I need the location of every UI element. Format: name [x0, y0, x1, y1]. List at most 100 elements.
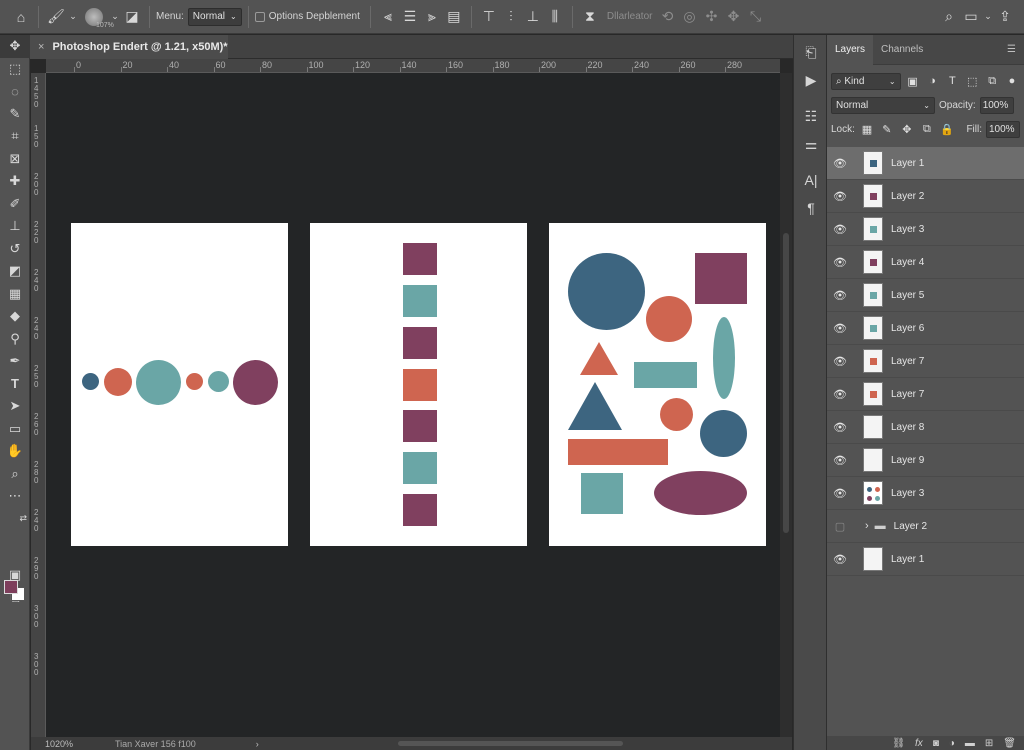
eye-icon[interactable]: 👁 [827, 157, 853, 170]
align-top-icon[interactable]: ⊤ [478, 6, 500, 28]
blur-tool-icon[interactable]: ◆ [0, 305, 30, 328]
blend-mode-select[interactable]: Normal ⌄ [831, 96, 935, 114]
swap-colors-icon[interactable]: ⇄ [0, 508, 30, 531]
eye-icon[interactable]: 👁 [827, 322, 853, 335]
3d-drag-icon[interactable]: ✣ [700, 6, 722, 28]
eye-icon[interactable]: 👁 [827, 355, 853, 368]
layer-row[interactable]: 👁 Layer 1 [827, 147, 1024, 180]
align-center-icon[interactable]: ☰ [399, 6, 421, 28]
dodge-tool-icon[interactable]: ⚲ [0, 328, 30, 351]
layer-row[interactable]: 👁 Layer 6 [827, 312, 1024, 345]
layer-row[interactable]: 👁 Layer 2 [827, 180, 1024, 213]
history-brush-tool-icon[interactable]: ↺ [0, 238, 30, 261]
type-tool-icon[interactable]: T [0, 373, 30, 396]
stamp-tool-icon[interactable]: ⊥ [0, 215, 30, 238]
vertical-scrollbar[interactable] [780, 73, 792, 737]
options-checkbox[interactable] [254, 11, 265, 22]
visibility-off-icon[interactable]: ▢ [827, 520, 853, 533]
chevron-down-icon[interactable]: ⌄ [67, 6, 79, 28]
artboard-2[interactable] [310, 223, 527, 546]
align-middle-icon[interactable]: ⫶ [500, 6, 522, 28]
align-bottom-icon[interactable]: ⊥ [522, 6, 544, 28]
close-icon[interactable]: × [38, 41, 44, 53]
eye-icon[interactable]: 👁 [827, 487, 853, 500]
lock-position-icon[interactable]: ✥ [899, 121, 915, 137]
layer-row[interactable]: 👁 Layer 7 [827, 378, 1024, 411]
history-panel-icon[interactable]: ⎗ [794, 41, 828, 63]
layer-row[interactable]: ▢ › ▬ Layer 2 [827, 510, 1024, 543]
healing-brush-tool-icon[interactable]: ✚ [0, 170, 30, 193]
eye-icon[interactable]: 👁 [827, 421, 853, 434]
3d-roll-icon[interactable]: ◎ [678, 6, 700, 28]
layer-row[interactable]: 👁 Layer 5 [827, 279, 1024, 312]
filter-smart-object-icon[interactable]: ⧉ [984, 73, 1000, 89]
layer-row[interactable]: 👁 Layer 3 [827, 213, 1024, 246]
3d-slide-icon[interactable]: ✥ [722, 6, 744, 28]
chevron-right-icon[interactable]: › [865, 520, 869, 532]
tab-channels[interactable]: Channels [873, 35, 931, 65]
zoom-level[interactable]: 1020% [31, 739, 93, 749]
distribute-spacing-icon[interactable]: ⧗ [579, 6, 601, 28]
scrollbar-thumb[interactable] [783, 233, 789, 533]
paragraph-panel-icon[interactable]: ¶ [794, 197, 828, 219]
layer-row[interactable]: 👁 Layer 3 [827, 477, 1024, 510]
canvas-area[interactable] [46, 73, 780, 737]
frame-tool-icon[interactable]: ⊠ [0, 148, 30, 171]
adjustments-panel-icon[interactable]: ⚌ [794, 133, 828, 155]
new-layer-icon[interactable]: ⊞ [985, 738, 993, 749]
document-tab[interactable]: × Photoshop Endert @ 1.21, x50M)* [28, 35, 228, 59]
new-group-icon[interactable]: ▬ [965, 738, 975, 749]
layer-row[interactable]: 👁 Layer 1 [827, 543, 1024, 576]
quick-select-tool-icon[interactable]: ✎ [0, 103, 30, 126]
workspace-icon[interactable]: ▭ [960, 6, 982, 28]
lasso-tool-icon[interactable]: ◌ [0, 80, 30, 103]
lock-all-icon[interactable]: 🔒 [939, 121, 955, 137]
lock-artboard-icon[interactable]: ⧉ [919, 121, 935, 137]
mode-select[interactable]: Normal ⌄ [187, 7, 242, 26]
delete-layer-icon[interactable]: 🗑 [1003, 738, 1016, 749]
eye-icon[interactable]: 👁 [827, 190, 853, 203]
actions-play-icon[interactable]: ▶ [794, 69, 828, 91]
adjustment-layer-icon[interactable]: ◑ [949, 738, 955, 749]
eye-icon[interactable]: 👁 [827, 256, 853, 269]
crop-tool-icon[interactable]: ⌗ [0, 125, 30, 148]
brush-tool-icon[interactable]: ✐ [0, 193, 30, 216]
eraser-tool-icon[interactable]: ◩ [0, 260, 30, 283]
hand-tool-icon[interactable]: ✋ [0, 440, 30, 463]
foreground-color-swatch[interactable] [4, 580, 18, 594]
home-icon[interactable]: ⌂ [10, 6, 32, 28]
filter-kind-select[interactable]: ⌕ Kind ⌄ [831, 72, 901, 90]
filter-adjustment-icon[interactable]: ◑ [925, 73, 941, 89]
layer-row[interactable]: 👁 Layer 4 [827, 246, 1024, 279]
align-right-icon[interactable]: ⫸ [421, 6, 443, 28]
lock-image-icon[interactable]: ✎ [879, 121, 895, 137]
link-layers-icon[interactable]: ⛓ [892, 738, 905, 749]
layer-row[interactable]: 👁 Layer 8 [827, 411, 1024, 444]
artboard-3[interactable] [549, 223, 766, 546]
properties-panel-icon[interactable]: ☷ [794, 105, 828, 127]
layer-row[interactable]: 👁 Layer 9 [827, 444, 1024, 477]
filter-toggle-icon[interactable]: ● [1004, 73, 1020, 89]
status-menu-arrow[interactable]: › [256, 739, 259, 749]
layer-row[interactable]: 👁 Layer 7 [827, 345, 1024, 378]
layer-style-fx-button[interactable]: fx [915, 738, 923, 749]
eye-icon[interactable]: 👁 [827, 223, 853, 236]
brush-settings-icon[interactable]: ◪ [121, 6, 143, 28]
path-select-tool-icon[interactable]: ➤ [0, 395, 30, 418]
distribute-icon[interactable]: ⫼ [544, 6, 566, 28]
move-tool-icon[interactable]: ✥ [0, 35, 30, 58]
3d-scale-icon[interactable]: ⤡ [744, 6, 766, 28]
filter-pixel-icon[interactable]: ▣ [905, 73, 921, 89]
panel-menu-icon[interactable]: ☰ [999, 35, 1024, 65]
align-left-icon[interactable]: ⫷ [377, 6, 399, 28]
eye-icon[interactable]: 👁 [827, 388, 853, 401]
brush-tool-icon[interactable]: 🖌 [45, 6, 67, 28]
chevron-down-icon[interactable]: ⌄ [982, 6, 994, 28]
opacity-input[interactable]: 100% [979, 96, 1014, 114]
filter-shape-icon[interactable]: ⬚ [964, 73, 980, 89]
eye-icon[interactable]: 👁 [827, 454, 853, 467]
artboard-1[interactable] [71, 223, 288, 546]
gradient-tool-icon[interactable]: ▦ [0, 283, 30, 306]
eye-icon[interactable]: 👁 [827, 553, 853, 566]
filter-type-icon[interactable]: T [944, 73, 960, 89]
